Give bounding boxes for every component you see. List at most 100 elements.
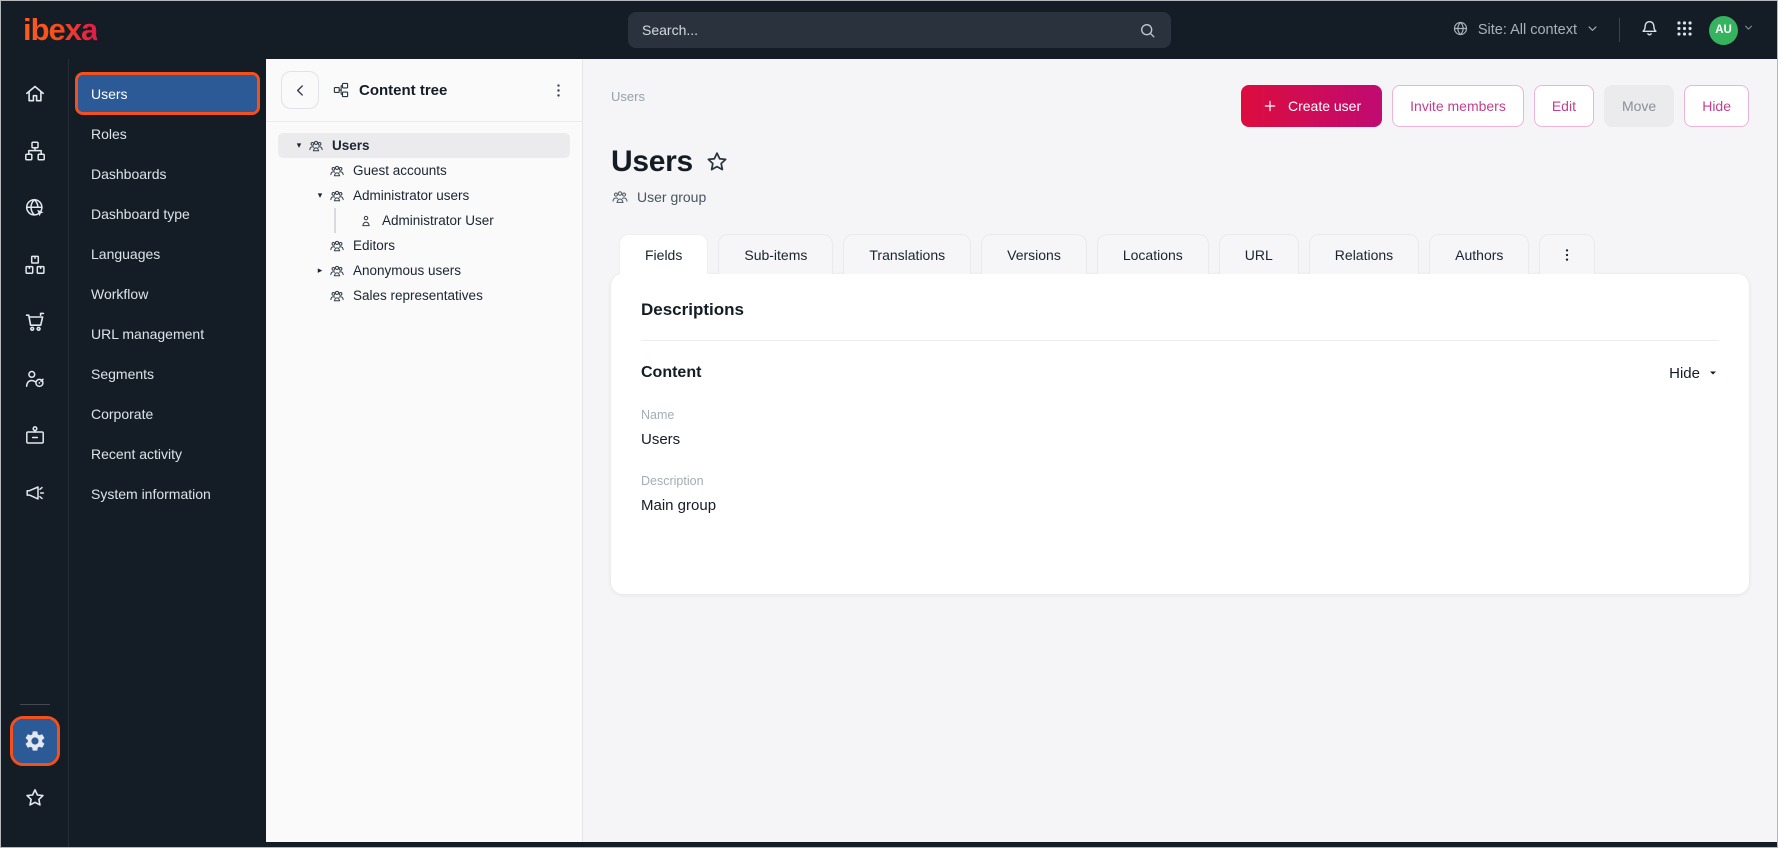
person-target-icon	[23, 367, 47, 391]
rail-content-structure-button[interactable]	[13, 129, 57, 173]
rail-marketing-button[interactable]	[13, 471, 57, 515]
rail-corporate-button[interactable]	[13, 414, 57, 458]
tree-item-editors[interactable]: Editors	[278, 233, 570, 258]
move-button[interactable]: Move	[1603, 85, 1675, 127]
tab-relations[interactable]: Relations	[1308, 234, 1420, 274]
sidebar-item-roles[interactable]: Roles	[78, 115, 257, 152]
user-group-icon	[329, 188, 345, 204]
tree-options-button[interactable]	[550, 82, 567, 99]
fields-card: Descriptions Content Hide Name Users Des…	[611, 274, 1749, 594]
site-context-selector[interactable]: Site: All context	[1451, 19, 1600, 42]
tab-label: Translations	[869, 246, 946, 263]
invite-members-button[interactable]: Invite members	[1392, 85, 1524, 127]
kebab-icon	[550, 82, 567, 99]
search-input[interactable]	[642, 22, 1138, 38]
rail-bookmarks-button[interactable]	[13, 776, 57, 820]
sidebar-item-label: Corporate	[91, 405, 154, 422]
tab-versions[interactable]: Versions	[981, 234, 1087, 274]
tab-label: Locations	[1122, 246, 1183, 263]
field-value: Main group	[641, 497, 717, 514]
bookmark-button[interactable]	[704, 149, 730, 175]
home-icon	[23, 82, 47, 106]
tree-item-label: Editors	[353, 238, 396, 253]
tree-item-sales-representatives[interactable]: Sales representatives	[278, 283, 570, 308]
tree-item-guest-accounts[interactable]: Guest accounts	[278, 158, 570, 183]
user-menu[interactable]: AU	[1709, 15, 1755, 45]
rail-home-button[interactable]	[13, 72, 57, 116]
star-outline-icon	[704, 149, 730, 175]
id-badge-icon	[23, 424, 47, 448]
avatar: AU	[1709, 15, 1738, 45]
field-name: Name Users	[641, 408, 1719, 448]
content-tree-panel: Content tree ▾ Users Guest accounts ▾ Ad…	[266, 59, 583, 847]
app-window: ibexa Site: All context AU	[0, 0, 1778, 848]
field-label: Description	[641, 474, 704, 488]
caret-down-icon[interactable]: ▾	[290, 140, 308, 151]
section-divider	[641, 340, 1719, 341]
rail-product-catalog-button[interactable]	[13, 243, 57, 287]
tab-more-options[interactable]	[1539, 234, 1596, 274]
sidebar-item-label: Workflow	[91, 285, 149, 302]
rail-commerce-button[interactable]	[13, 300, 57, 344]
caret-right-icon[interactable]: ▸	[311, 265, 329, 276]
caret-down-icon[interactable]: ▾	[311, 190, 329, 201]
sidebar-item-label: Dashboards	[91, 165, 167, 182]
user-group-icon	[329, 288, 345, 304]
sidebar-item-system-information[interactable]: System information	[78, 475, 257, 512]
sidebar-item-url-management[interactable]: URL management	[78, 315, 257, 352]
bottom-edge-bar	[266, 842, 1777, 847]
content-tree-title-label: Content tree	[359, 81, 448, 99]
sidebar-item-users[interactable]: Users	[75, 72, 260, 115]
notifications-button[interactable]	[1639, 18, 1660, 42]
sidebar-item-label: System information	[91, 485, 211, 502]
sidebar-item-dashboards[interactable]: Dashboards	[78, 155, 257, 192]
tree-item-label: Administrator users	[353, 188, 470, 203]
sidebar-item-segments[interactable]: Segments	[78, 355, 257, 392]
tree-item-users[interactable]: ▾ Users	[278, 133, 570, 158]
sidebar-item-label: Users	[91, 85, 128, 102]
global-search	[628, 12, 1171, 48]
rail-personalization-button[interactable]	[13, 357, 57, 401]
tab-authors[interactable]: Authors	[1429, 234, 1530, 274]
collapse-tree-button[interactable]	[281, 71, 319, 109]
tree-item-anonymous-users[interactable]: ▸ Anonymous users	[278, 258, 570, 283]
sidebar-item-workflow[interactable]: Workflow	[78, 275, 257, 312]
sidebar-item-dashboard-type[interactable]: Dashboard type	[78, 195, 257, 232]
globe-cursor-icon	[23, 196, 47, 220]
tab-sub-items[interactable]: Sub-items	[718, 234, 834, 274]
rail-settings-button[interactable]	[9, 716, 60, 766]
tab-label: Versions	[1007, 246, 1061, 263]
content-tree-title: Content tree	[332, 81, 447, 99]
tree-item-administrator-user[interactable]: Administrator User	[334, 208, 570, 233]
chevron-down-icon	[1585, 21, 1600, 40]
tab-url[interactable]: URL	[1218, 234, 1299, 274]
tree-item-label: Guest accounts	[353, 163, 447, 178]
cart-icon	[23, 310, 47, 334]
content-group-header: Content Hide	[641, 364, 1719, 382]
field-label: Name	[641, 408, 675, 422]
sidebar-item-corporate[interactable]: Corporate	[78, 395, 257, 432]
create-user-button[interactable]: Create user	[1240, 85, 1383, 127]
tab-locations[interactable]: Locations	[1096, 234, 1209, 274]
sidebar-item-languages[interactable]: Languages	[78, 235, 257, 272]
sidebar-item-recent-activity[interactable]: Recent activity	[78, 435, 257, 472]
user-group-icon	[308, 138, 324, 154]
hide-button[interactable]: Hide	[1684, 85, 1749, 127]
breadcrumb[interactable]: Users	[611, 85, 645, 104]
user-group-icon	[329, 163, 345, 179]
content-tree-list: ▾ Users Guest accounts ▾ Administrator u…	[266, 122, 582, 319]
collapse-section-button[interactable]: Hide	[1669, 365, 1719, 382]
tab-fields[interactable]: Fields	[619, 234, 709, 274]
app-switcher-button[interactable]	[1675, 19, 1694, 41]
content-type-row: User group	[611, 188, 1749, 206]
collapse-section-label: Hide	[1669, 364, 1700, 382]
rail-site-button[interactable]	[13, 186, 57, 230]
tab-translations[interactable]: Translations	[843, 234, 972, 274]
search-icon	[1138, 21, 1157, 40]
tab-label: Sub-items	[744, 246, 808, 263]
ibexa-logo[interactable]: ibexa	[23, 12, 98, 48]
create-user-label: Create user	[1287, 98, 1362, 114]
title-row: Users	[611, 145, 1749, 179]
tree-item-administrator-users[interactable]: ▾ Administrator users	[278, 183, 570, 208]
edit-button[interactable]: Edit	[1533, 85, 1594, 127]
